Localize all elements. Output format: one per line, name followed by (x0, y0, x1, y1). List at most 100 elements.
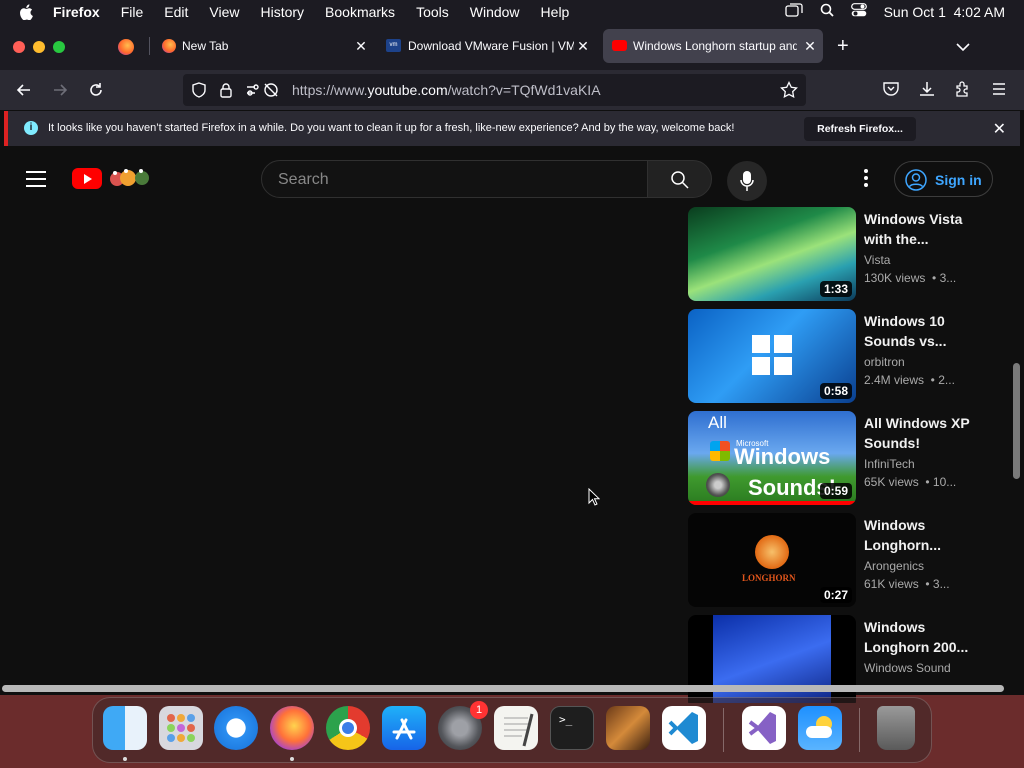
channel-name[interactable]: InfiniTech (864, 457, 915, 471)
video-card[interactable]: 1:33 Windows Vista with the... Vista 130… (688, 207, 988, 301)
vertical-scrollbar[interactable] (1013, 363, 1020, 479)
list-all-tabs-chevron-icon[interactable] (956, 39, 970, 57)
lock-icon[interactable] (219, 82, 233, 103)
pocket-icon[interactable] (882, 80, 902, 100)
close-notification-icon[interactable]: ✕ (993, 119, 1006, 139)
menu-tools[interactable]: Tools (416, 4, 449, 20)
search-button[interactable] (647, 160, 712, 198)
visual-studio-icon[interactable] (742, 706, 786, 750)
channel-name[interactable]: orbitron (864, 355, 905, 369)
tab-new-tab[interactable]: New Tab ✕ (154, 29, 374, 63)
url-bar[interactable]: https://www.youtube.com/watch?v=TQfWd1va… (183, 74, 806, 106)
horizontal-scrollbar[interactable] (2, 685, 1004, 692)
zoom-window-button[interactable] (53, 41, 65, 53)
tracking-shield-icon[interactable] (191, 82, 207, 103)
url-path: /watch?v=TQfWd1vaKIA (447, 82, 601, 98)
tab-close-icon[interactable]: ✕ (803, 39, 817, 53)
refresh-firefox-notification: i It looks like you haven’t started Fire… (4, 111, 1020, 146)
duration-badge: 1:33 (819, 281, 852, 297)
voice-search-button[interactable] (727, 161, 767, 201)
tab-youtube-active[interactable]: Windows Longhorn startup and ✕ (603, 29, 823, 63)
firefox-favicon-icon (162, 39, 176, 53)
menu-window[interactable]: Window (470, 4, 520, 20)
downloads-icon[interactable] (918, 80, 938, 100)
tab-vmware-download[interactable]: vm Download VMware Fusion | VMw ✕ (380, 29, 596, 63)
video-card[interactable]: 0:58 Windows 10 Sounds vs... orbitron 2.… (688, 309, 988, 403)
close-window-button[interactable] (13, 41, 25, 53)
minimize-window-button[interactable] (33, 41, 45, 53)
menubar-clock[interactable]: Sun Oct 1 4:02 AM (884, 4, 1005, 20)
reload-icon[interactable] (86, 80, 106, 100)
running-indicator (290, 757, 294, 761)
firefox-dock-icon[interactable] (270, 706, 314, 750)
trash-icon[interactable] (877, 706, 915, 750)
tab-strip: New Tab ✕ vm Download VMware Fusion | VM… (0, 23, 1024, 70)
url-text[interactable]: https://www.youtube.com/watch?v=TQfWd1va… (292, 82, 601, 98)
more-options-icon[interactable] (864, 169, 868, 187)
windows-flag-icon (710, 441, 730, 461)
menu-bar: Firefox File Edit View History Bookmarks… (0, 0, 1024, 23)
finder-icon[interactable] (103, 706, 147, 750)
textedit-icon[interactable] (494, 706, 538, 750)
app-store-icon[interactable] (382, 706, 426, 750)
video-title[interactable]: Windows Vista with the... (864, 209, 974, 249)
menu-firefox[interactable]: Firefox (53, 4, 100, 20)
url-prefix: https://www. (292, 82, 368, 98)
video-title[interactable]: Windows Longhorn 200... (864, 617, 974, 657)
channel-name[interactable]: Windows Sound (864, 661, 951, 675)
duration-badge: 0:58 (819, 383, 852, 399)
weather-icon[interactable] (798, 706, 842, 750)
system-settings-icon[interactable]: 1 (438, 701, 488, 750)
menu-bookmarks[interactable]: Bookmarks (325, 4, 395, 20)
search-input[interactable]: Search (261, 160, 648, 198)
channel-name[interactable]: Arongenics (864, 559, 924, 573)
related-videos-list: 1:33 Windows Vista with the... Vista 130… (688, 207, 988, 703)
safari-icon[interactable] (214, 706, 258, 750)
menu-view[interactable]: View (209, 4, 239, 20)
sign-in-button[interactable]: Sign in (894, 161, 993, 197)
terminal-icon[interactable]: >_ (550, 706, 594, 750)
video-meta: 65K views • 10... (864, 475, 957, 489)
permissions-icon[interactable] (245, 82, 279, 103)
video-card[interactable]: LONGHORN 0:27 Windows Longhorn... Aronge… (688, 513, 988, 607)
video-thumbnail[interactable]: 1:33 (688, 207, 856, 301)
video-title[interactable]: Windows Longhorn... (864, 515, 974, 555)
menu-help[interactable]: Help (541, 4, 570, 20)
tab-close-icon[interactable]: ✕ (354, 39, 368, 53)
tab-label: Windows Longhorn startup and (633, 39, 797, 53)
control-center-icon[interactable] (850, 3, 867, 20)
vscode-icon[interactable] (662, 706, 706, 750)
launchpad-icon[interactable] (159, 706, 203, 750)
new-tab-plus-icon[interactable]: + (837, 35, 849, 58)
menu-history[interactable]: History (260, 4, 304, 20)
spotlight-search-icon[interactable] (820, 3, 834, 20)
menu-file[interactable]: File (121, 4, 144, 20)
extensions-icon[interactable] (954, 80, 974, 100)
forward-arrow-icon[interactable] (50, 80, 70, 100)
tab-close-icon[interactable]: ✕ (576, 39, 590, 53)
firefox-view-icon[interactable] (118, 39, 134, 55)
garageband-icon[interactable] (606, 706, 650, 750)
back-arrow-icon[interactable] (14, 80, 34, 100)
sign-in-label: Sign in (935, 172, 982, 188)
bookmark-star-icon[interactable] (780, 80, 798, 104)
video-title[interactable]: Windows 10 Sounds vs... (864, 311, 974, 351)
video-thumbnail[interactable]: LONGHORN 0:27 (688, 513, 856, 607)
menu-edit[interactable]: Edit (164, 4, 188, 20)
youtube-logo[interactable] (72, 168, 102, 189)
video-thumbnail[interactable]: 0:58 (688, 309, 856, 403)
microphone-icon (740, 170, 754, 197)
video-thumbnail[interactable]: All Microsoft Windows Sounds! 0:59 (688, 411, 856, 505)
guide-menu-icon[interactable] (26, 171, 46, 187)
macos-dock: 1 >_ (92, 697, 932, 763)
video-title[interactable]: All Windows XP Sounds! (864, 413, 974, 453)
video-card[interactable]: All Microsoft Windows Sounds! 0:59 All W… (688, 411, 988, 505)
hamburger-menu-icon[interactable] (990, 80, 1010, 100)
youtube-doodle-icon[interactable] (106, 165, 152, 191)
window-switcher-icon[interactable] (784, 3, 803, 20)
apple-icon[interactable] (19, 3, 35, 20)
refresh-firefox-button[interactable]: Refresh Firefox... (804, 117, 916, 141)
chrome-icon[interactable] (326, 706, 370, 750)
channel-name[interactable]: Vista (864, 253, 890, 267)
dock-separator (859, 708, 860, 752)
